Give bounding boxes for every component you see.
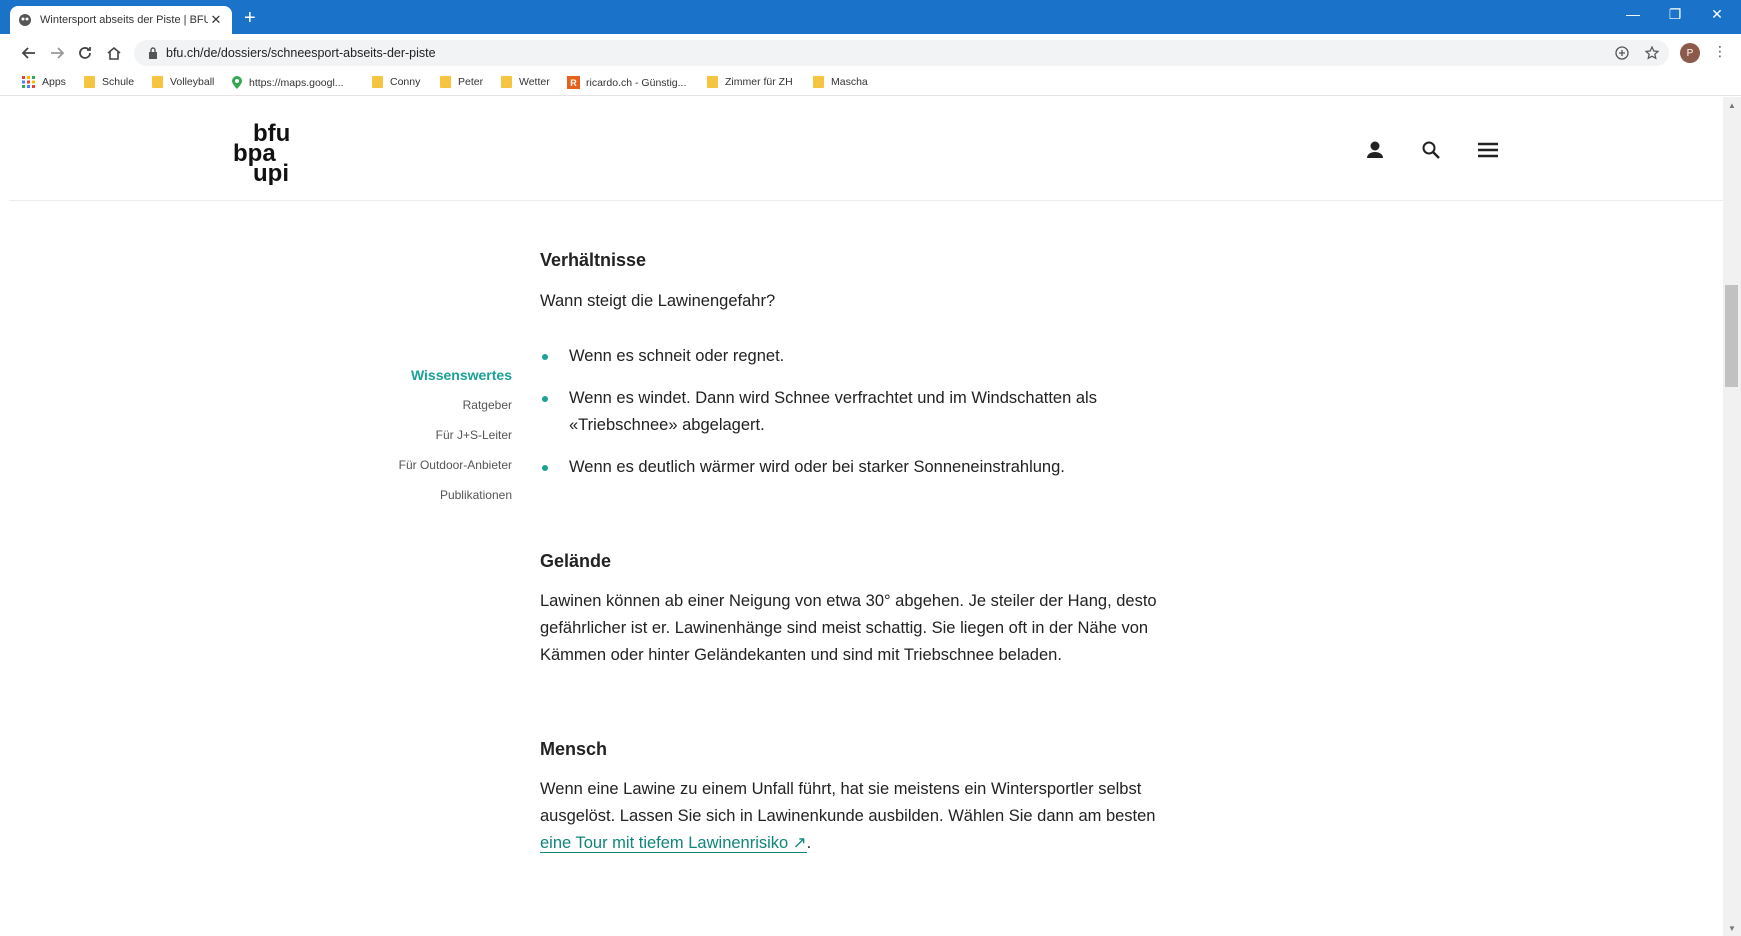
folder-icon bbox=[813, 76, 824, 88]
browser-titlebar: Wintersport abseits der Piste | BFU ✕ + … bbox=[0, 0, 1741, 34]
list-item: Wenn es deutlich wärmer wird oder bei st… bbox=[540, 454, 1180, 481]
bookmark-label: Conny bbox=[390, 76, 421, 88]
page-scrollbar[interactable] bbox=[1723, 97, 1741, 936]
logo-line: upi bbox=[253, 160, 289, 185]
section-intro: Wann steigt die Lawinengefahr? bbox=[540, 292, 776, 310]
bookmarks-bar: Apps Schule Volleyball https://maps.goog… bbox=[0, 70, 1741, 96]
section-text-gelaende: Lawinen können ab einer Neigung von etwa… bbox=[540, 592, 1157, 664]
bookmark-label: Apps bbox=[42, 76, 66, 88]
bookmark-label: ricardo.ch - Günstig... bbox=[586, 76, 687, 89]
section-title-mensch: Mensch bbox=[540, 739, 608, 759]
bookmark-maps[interactable]: https://maps.googl... bbox=[232, 76, 344, 89]
add-to-home-button[interactable] bbox=[1612, 43, 1632, 63]
home-button[interactable] bbox=[103, 42, 125, 64]
bookmark-peter[interactable]: Peter bbox=[440, 76, 483, 88]
scroll-up-icon[interactable]: ▲ bbox=[1726, 101, 1738, 111]
folder-icon bbox=[152, 76, 163, 88]
scroll-down-icon[interactable]: ▼ bbox=[1726, 924, 1738, 934]
restore-button[interactable]: ❐ bbox=[1660, 6, 1690, 23]
maps-pin-icon bbox=[232, 76, 242, 89]
plus-circle-icon bbox=[1615, 46, 1629, 60]
address-bar[interactable]: bfu.ch/de/dossiers/schneesport-abseits-d… bbox=[134, 40, 1669, 66]
folder-icon bbox=[84, 76, 95, 88]
main-content: Verhältnisse Wann steigt die Lawinengefa… bbox=[540, 250, 1180, 857]
forward-arrow-icon bbox=[51, 47, 65, 59]
ricardo-icon: R bbox=[567, 76, 580, 89]
bookmark-star-button[interactable] bbox=[1642, 43, 1662, 63]
section-nav-publikationen[interactable]: Publikationen bbox=[360, 480, 512, 510]
bookmark-label: Mascha bbox=[831, 76, 868, 88]
bookmark-conny[interactable]: Conny bbox=[372, 76, 420, 88]
bookmark-label: Wetter bbox=[519, 76, 550, 88]
forward-button[interactable] bbox=[46, 42, 68, 64]
close-window-button[interactable]: ✕ bbox=[1702, 6, 1732, 23]
bookmark-label: Schule bbox=[102, 76, 135, 88]
mensch-text: Wenn eine Lawine zu einem Unfall führt, … bbox=[540, 780, 1156, 825]
section-text-mensch: Wenn eine Lawine zu einem Unfall führt, … bbox=[540, 776, 1180, 857]
folder-icon bbox=[501, 76, 512, 88]
section-title-verhaeltnisse: Verhältnisse bbox=[540, 250, 647, 270]
bookmark-label: Peter bbox=[458, 76, 484, 88]
star-icon bbox=[1645, 46, 1659, 60]
section-title-gelaende: Gelände bbox=[540, 551, 612, 571]
lock-icon bbox=[149, 47, 157, 59]
scrollbar-thumb[interactable] bbox=[1725, 285, 1738, 387]
browser-tab[interactable]: Wintersport abseits der Piste | BFU ✕ bbox=[10, 6, 232, 34]
bookmark-label: https://maps.googl... bbox=[249, 76, 344, 89]
tab-title: Wintersport abseits der Piste | BFU bbox=[40, 14, 208, 26]
site-favicon-icon bbox=[19, 14, 31, 26]
reload-icon bbox=[79, 47, 91, 59]
folder-icon bbox=[372, 76, 383, 88]
search-icon bbox=[1422, 141, 1440, 159]
section-nav-wissenswertes[interactable]: Wissenswertes bbox=[360, 360, 512, 390]
folder-icon bbox=[440, 76, 451, 88]
back-arrow-icon bbox=[21, 47, 35, 59]
apps-grid-icon bbox=[22, 76, 35, 88]
bookmark-wetter[interactable]: Wetter bbox=[501, 76, 550, 88]
bookmark-label: Zimmer für ZH bbox=[725, 76, 793, 88]
bookmark-ricardo[interactable]: R ricardo.ch - Günstig... bbox=[567, 76, 686, 89]
bookmark-apps[interactable]: Apps bbox=[22, 76, 66, 88]
danger-list: Wenn es schneit oder regnet. Wenn es win… bbox=[540, 343, 1180, 481]
profile-avatar[interactable]: P bbox=[1680, 43, 1700, 63]
minimize-button[interactable]: — bbox=[1618, 6, 1648, 22]
list-item: Wenn es schneit oder regnet. bbox=[540, 343, 1180, 370]
risk-tour-link[interactable]: eine Tour mit tiefem Lawinenrisiko ↗ bbox=[540, 834, 807, 853]
hamburger-menu-icon bbox=[1478, 142, 1498, 158]
section-nav-ratgeber[interactable]: Ratgeber bbox=[360, 390, 512, 420]
url-text: bfu.ch/de/dossiers/schneesport-abseits-d… bbox=[166, 46, 436, 60]
tab-close-icon[interactable]: ✕ bbox=[208, 12, 224, 28]
bookmark-zimmer[interactable]: Zimmer für ZH bbox=[707, 76, 793, 88]
home-icon bbox=[107, 46, 121, 60]
browser-menu-icon[interactable]: ⋮ bbox=[1712, 43, 1728, 63]
section-nav: Wissenswertes Ratgeber Für J+S-Leiter Fü… bbox=[360, 360, 512, 510]
list-item: Wenn es windet. Dann wird Schnee verfrac… bbox=[540, 385, 1180, 439]
bookmark-label: Volleyball bbox=[170, 76, 215, 88]
mensch-text-end: . bbox=[806, 834, 812, 852]
bfu-logo[interactable]: bfu bpa upi bbox=[225, 117, 305, 185]
account-button[interactable] bbox=[1362, 137, 1388, 163]
folder-icon bbox=[707, 76, 718, 88]
new-tab-button[interactable]: + bbox=[244, 8, 256, 28]
section-nav-outdoor-anbieter[interactable]: Für Outdoor-Anbieter bbox=[360, 450, 512, 480]
section-nav-js-leiter[interactable]: Für J+S-Leiter bbox=[360, 420, 512, 450]
bookmark-schule[interactable]: Schule bbox=[84, 76, 134, 88]
search-button[interactable] bbox=[1418, 137, 1444, 163]
bookmark-volleyball[interactable]: Volleyball bbox=[152, 76, 214, 88]
user-icon bbox=[1367, 141, 1383, 158]
menu-button[interactable] bbox=[1475, 137, 1501, 163]
bookmark-mascha[interactable]: Mascha bbox=[813, 76, 868, 88]
back-button[interactable] bbox=[18, 42, 40, 64]
reload-button[interactable] bbox=[74, 42, 96, 64]
